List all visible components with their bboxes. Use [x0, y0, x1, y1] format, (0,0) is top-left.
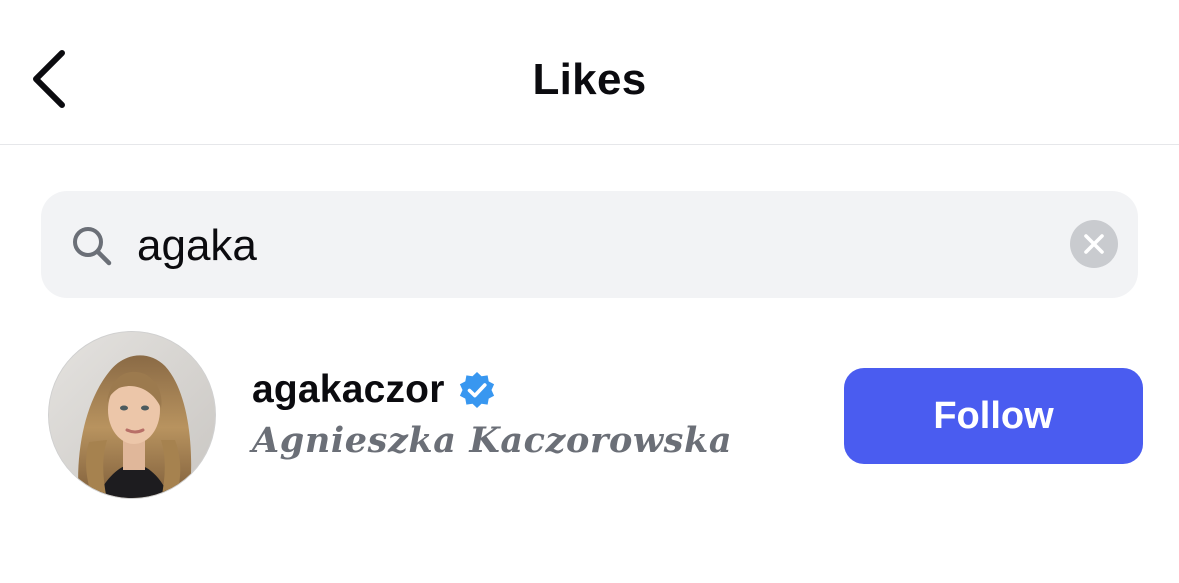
clear-search-button[interactable] — [1070, 220, 1118, 268]
full-name: Agnieszka Kaczorowska — [252, 420, 733, 461]
page-title: Likes — [532, 55, 647, 104]
search-input[interactable] — [137, 217, 1037, 275]
close-icon — [1084, 234, 1104, 254]
likes-screen: Likes agaka agakaczor Agnieszka Kaczorow… — [0, 0, 1179, 583]
follow-button[interactable]: Follow — [844, 368, 1143, 464]
result-username-row[interactable]: agakaczor — [252, 364, 497, 416]
avatar[interactable] — [48, 331, 216, 499]
header: Likes — [0, 0, 1179, 145]
verified-badge-icon — [459, 372, 494, 408]
avatar-photo — [49, 332, 215, 498]
username[interactable]: agakaczor — [252, 368, 445, 412]
search-icon — [73, 227, 112, 266]
